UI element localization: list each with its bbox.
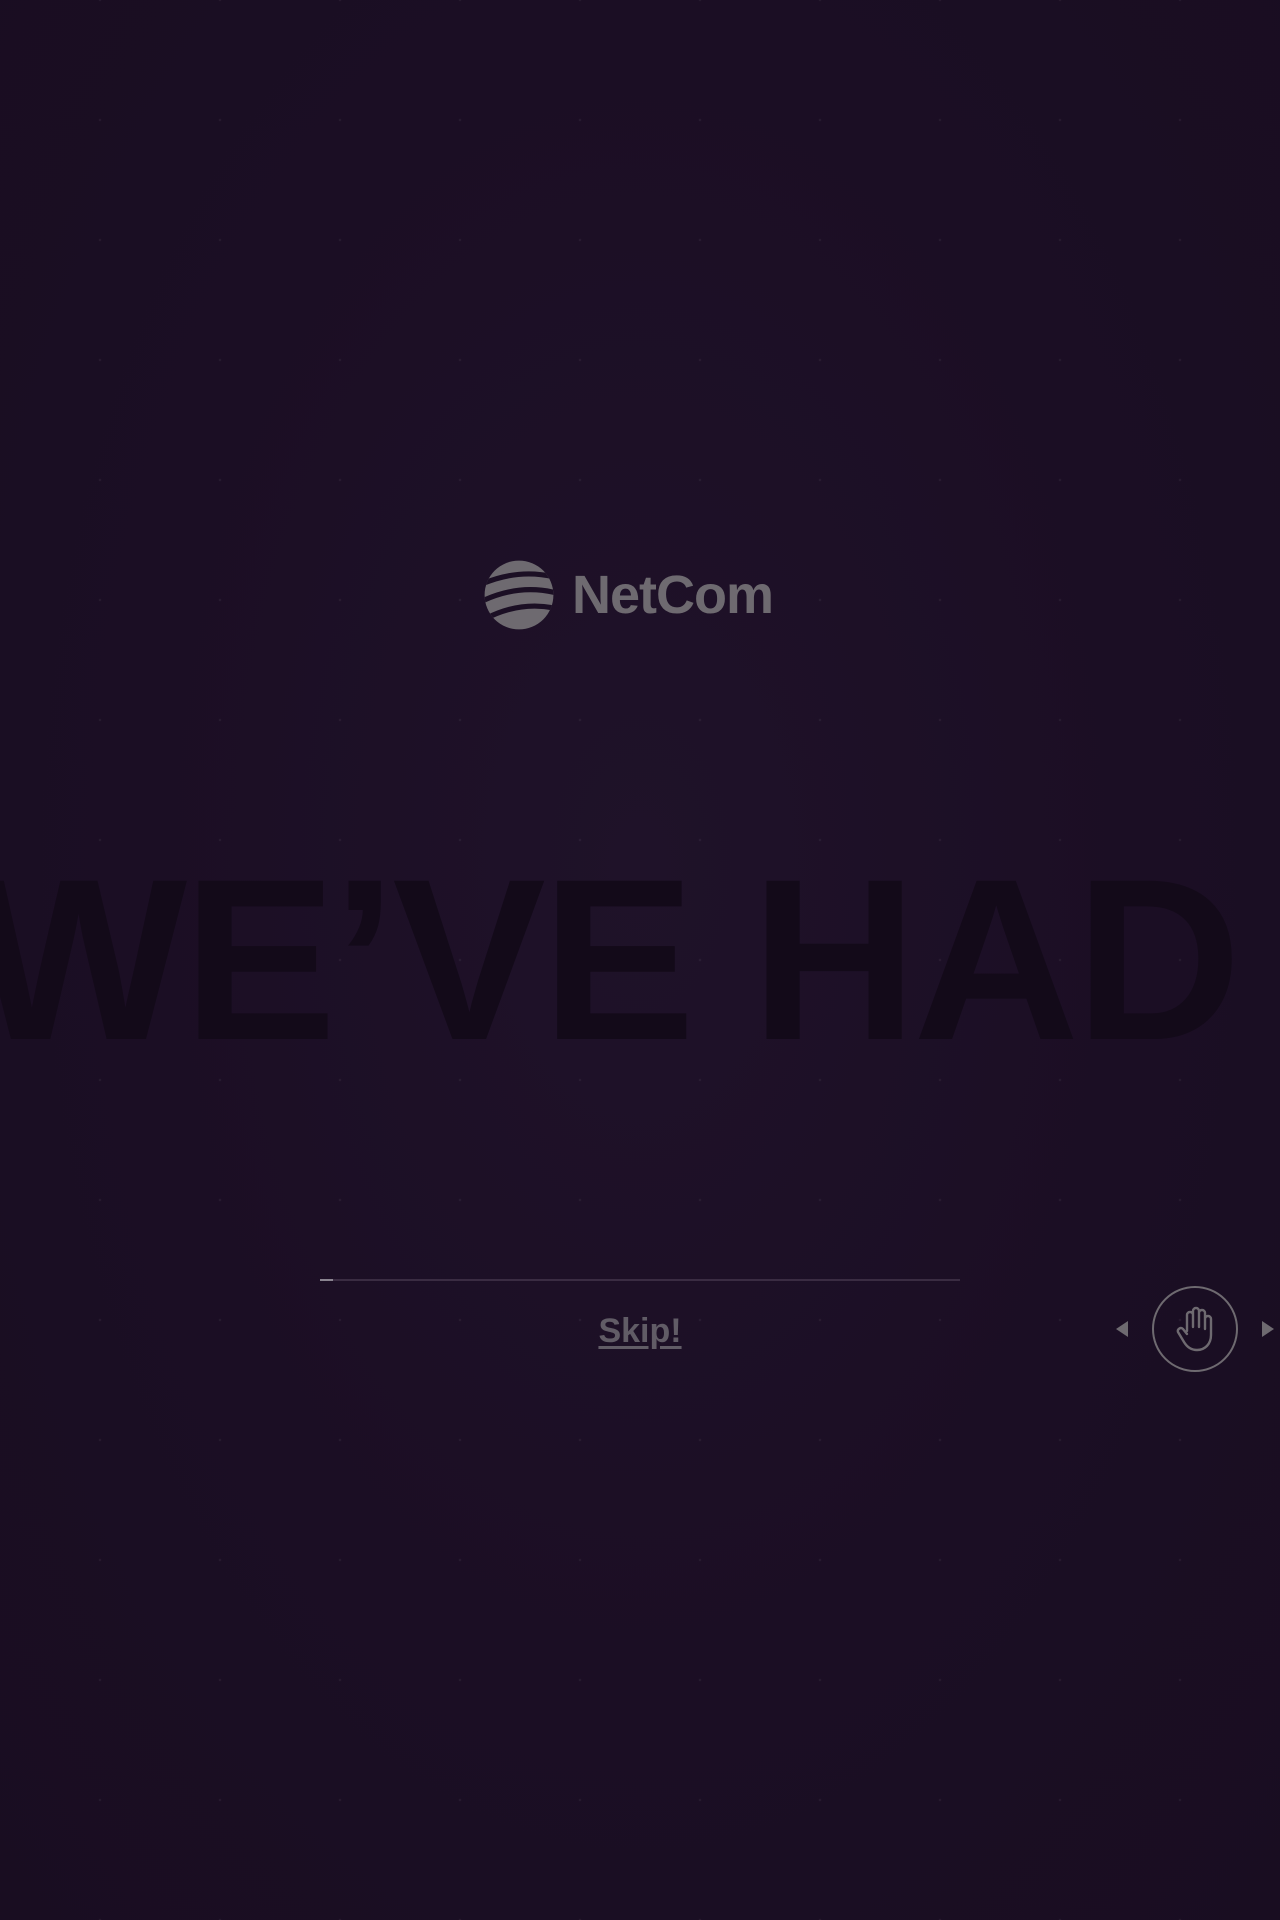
brand-name: NetCom bbox=[572, 565, 774, 625]
swipe-hint[interactable] bbox=[1116, 1282, 1274, 1376]
intro-screen: NetCom WE’VE HAD Skip! bbox=[0, 0, 1280, 1920]
netcom-globe-icon bbox=[484, 560, 554, 630]
arrow-left-icon bbox=[1116, 1321, 1128, 1337]
hand-swipe-button[interactable] bbox=[1152, 1286, 1238, 1372]
arrow-right-icon bbox=[1262, 1321, 1274, 1337]
intro-headline: WE’VE HAD bbox=[0, 831, 1241, 1088]
skip-link[interactable]: Skip! bbox=[560, 1312, 720, 1351]
loading-progress-fill bbox=[320, 1279, 333, 1281]
netcom-logo: NetCom bbox=[476, 550, 806, 640]
hand-icon bbox=[1176, 1306, 1213, 1352]
loading-progress-bar bbox=[320, 1279, 960, 1281]
